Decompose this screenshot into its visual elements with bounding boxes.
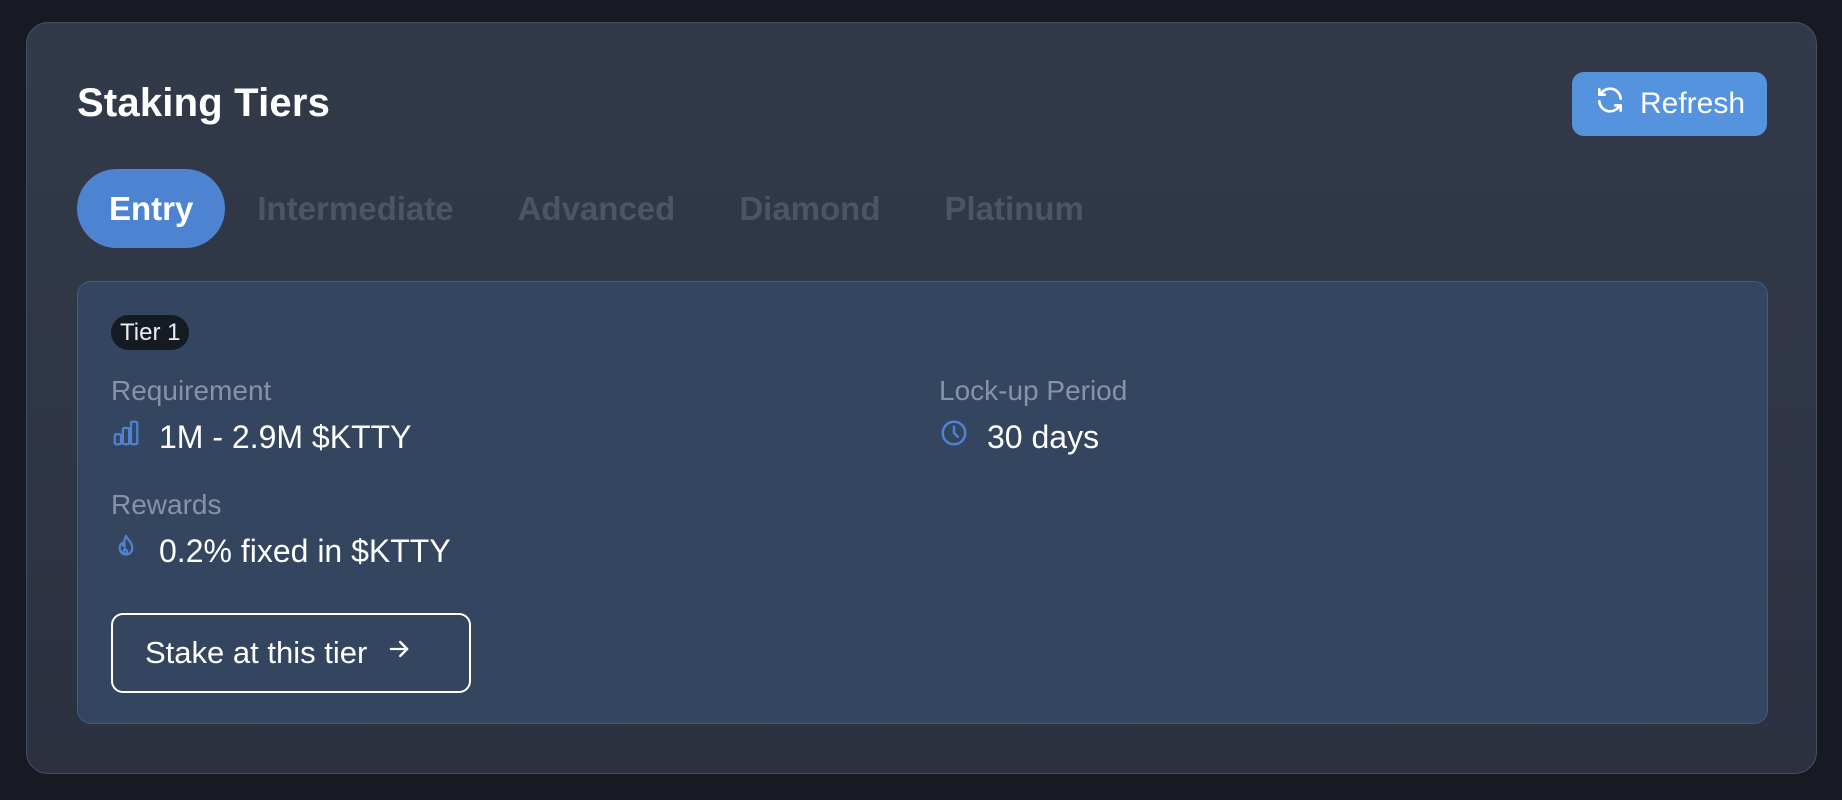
stake-button[interactable]: Stake at this tier <box>111 613 471 693</box>
stake-label: Stake at this tier <box>145 635 368 670</box>
refresh-label: Refresh <box>1639 87 1746 120</box>
rewards-label: Rewards <box>111 489 222 520</box>
staking-tiers-card: Staking Tiers Refresh Entry Intermediate… <box>26 22 1817 774</box>
tier-tabs: Entry Intermediate Advanced Diamond Plat… <box>77 169 1116 248</box>
tier-badge: Tier 1 <box>111 315 190 350</box>
refresh-button[interactable]: Refresh <box>1572 72 1767 136</box>
tier-details-panel: Tier 1 Requirement 1M - 2.9M $KTTY Lock-… <box>77 281 1768 724</box>
tab-intermediate[interactable]: Intermediate <box>225 169 485 248</box>
requirement-value: 1M - 2.9M $KTTY <box>159 418 412 455</box>
rewards-value: 0.2% fixed in $KTTY <box>159 532 451 569</box>
arrow-right-icon <box>385 635 413 671</box>
requirement-label: Requirement <box>111 375 272 406</box>
bar-chart-icon <box>111 418 141 456</box>
rewards-value-row: 0.2% fixed in $KTTY <box>111 532 451 570</box>
lockup-label: Lock-up Period <box>939 375 1128 406</box>
tab-platinum[interactable]: Platinum <box>912 169 1115 248</box>
lockup-value-row: 30 days <box>939 418 1099 456</box>
tab-advanced[interactable]: Advanced <box>486 169 708 248</box>
flame-icon <box>111 532 141 570</box>
refresh-icon <box>1594 84 1626 124</box>
tab-entry[interactable]: Entry <box>77 169 226 248</box>
tab-diamond[interactable]: Diamond <box>707 169 912 248</box>
page-title: Staking Tiers <box>77 81 331 125</box>
lockup-value: 30 days <box>987 418 1100 455</box>
clock-icon <box>939 418 969 456</box>
requirement-value-row: 1M - 2.9M $KTTY <box>111 418 412 456</box>
